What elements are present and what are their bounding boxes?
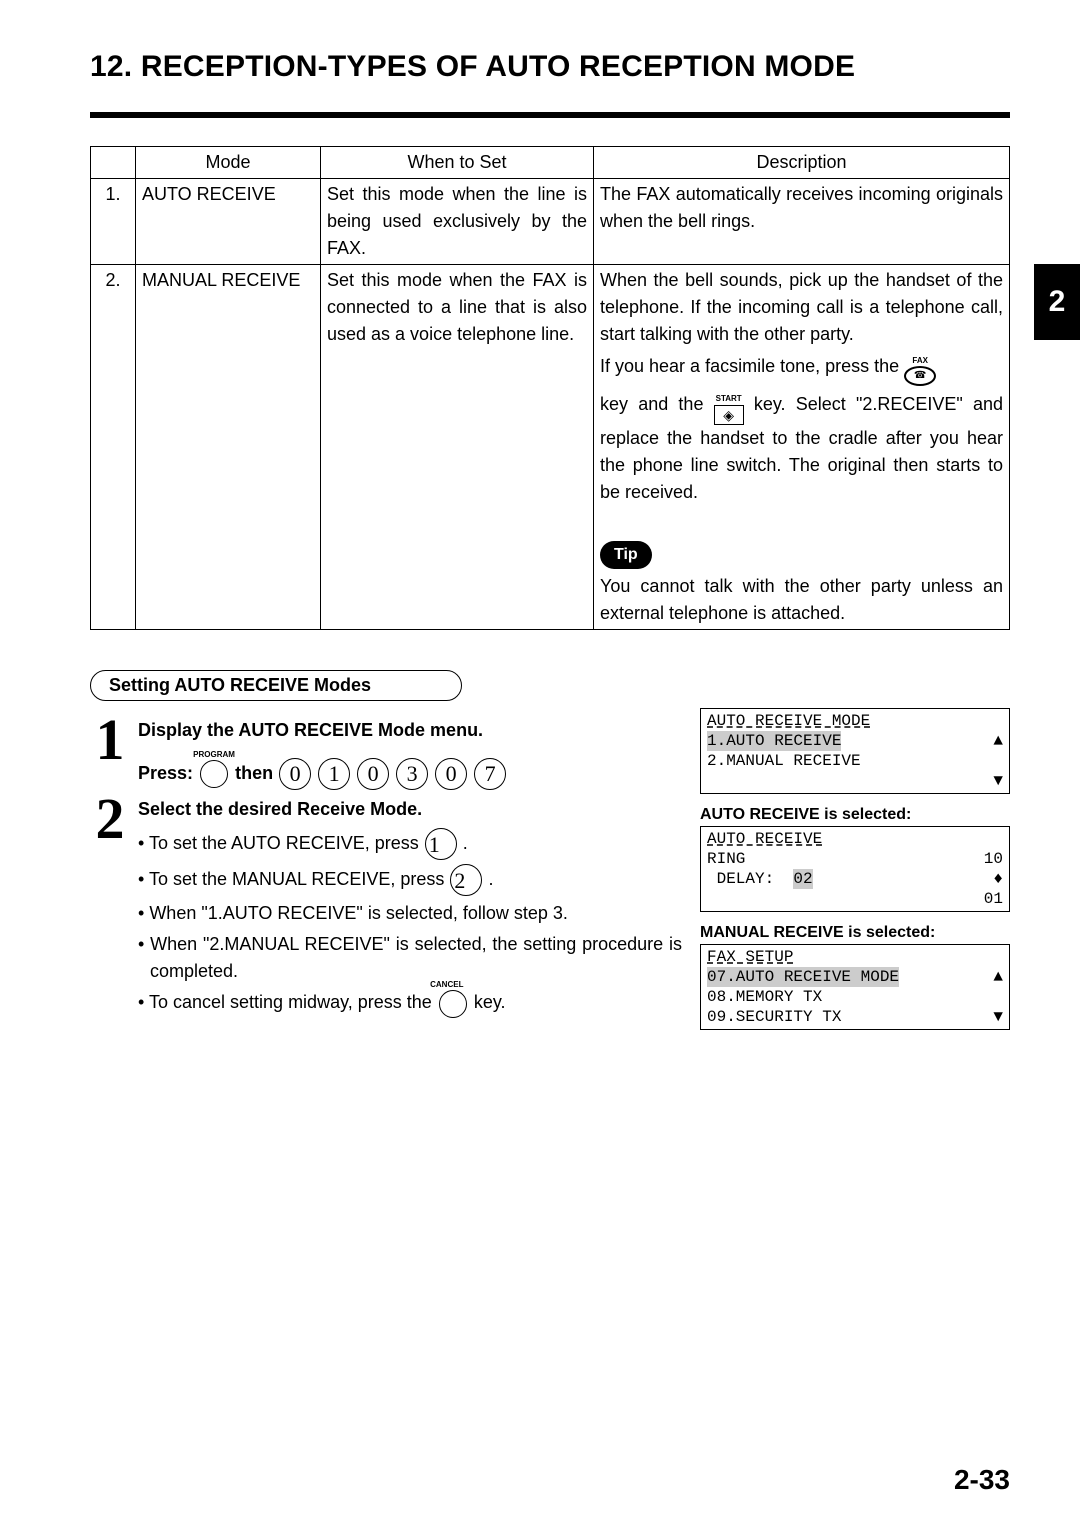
row2-when: Set this mode when the FAX is connected … — [321, 265, 594, 630]
press-label: Press: — [138, 763, 193, 783]
b2c: . — [488, 869, 493, 889]
lcd3-l3: 08.MEMORY TX — [707, 987, 822, 1007]
up-arrow-icon: ▲ — [993, 967, 1003, 987]
down-arrow-icon: ▼ — [993, 771, 1003, 791]
program-label: PROGRAM — [193, 749, 235, 761]
th-desc: Description — [594, 147, 1010, 179]
page-title: 12. RECEPTION-TYPES OF AUTO RECEPTION MO… — [90, 50, 1010, 84]
lcd1-l2: 1.AUTO RECEIVE — [707, 731, 841, 751]
lcd2-l1: AUTO RECEIVE — [707, 829, 822, 849]
digit-key-4: 0 — [435, 758, 467, 790]
lcd1-l1: AUTO RECEIVE MODE — [707, 711, 870, 731]
step-2: 2 Select the desired Receive Mode. To se… — [90, 796, 682, 1021]
lcd2-l2a: RING — [707, 849, 745, 869]
desc-l2b: key and the — [600, 394, 714, 414]
row1-mode: AUTO RECEIVE — [136, 179, 321, 265]
th-num — [91, 147, 136, 179]
step-1-head: Display the AUTO RECEIVE Mode menu. — [138, 717, 682, 745]
b5a: To cancel setting midway, press the — [149, 992, 437, 1012]
digit-key-3: 3 — [396, 758, 428, 790]
setting-heading: Setting AUTO RECEIVE Modes — [90, 670, 462, 701]
key-2: 2 — [450, 864, 482, 896]
bullet-1: To set the AUTO RECEIVE, press 1 . — [138, 828, 682, 860]
lcd-auto-receive-mode: AUTO RECEIVE MODE 1.AUTO RECEIVE ▲ 2.MANU… — [700, 708, 1010, 794]
step-1-number: 1 — [90, 717, 130, 763]
digit-key-0: 0 — [279, 758, 311, 790]
down-arrow-icon: ▼ — [993, 1007, 1003, 1027]
lcd2-l3b: 02 — [793, 869, 812, 889]
digit-key-2: 0 — [357, 758, 389, 790]
b5c: key. — [474, 992, 506, 1012]
modes-table: Mode When to Set Description 1. AUTO REC… — [90, 146, 1010, 630]
bullet-2: To set the MANUAL RECEIVE, press 2 . — [138, 864, 682, 896]
row2-desc: When the bell sounds, pick up the handse… — [594, 265, 1010, 630]
lcd2-l2b: 10 — [984, 849, 1003, 869]
step-2-head: Select the desired Receive Mode. — [138, 796, 682, 824]
page-number: 2-33 — [954, 1464, 1010, 1496]
fax-label: FAX — [912, 356, 928, 365]
b1a: To set the AUTO RECEIVE, press — [149, 833, 424, 853]
lcd2-l4: 01 — [984, 889, 1003, 909]
row1-num: 1. — [91, 179, 136, 265]
b2a: To set the MANUAL RECEIVE, press — [149, 869, 449, 889]
updown-arrow-icon: ♦ — [993, 869, 1003, 889]
diamond-icon: ◈ — [714, 405, 744, 425]
step-1: 1 Display the AUTO RECEIVE Mode menu. Pr… — [90, 717, 682, 791]
lcd3-l1: FAX SETUP — [707, 947, 793, 967]
step-2-number: 2 — [90, 796, 130, 842]
divider — [90, 112, 1010, 118]
desc-l2a: If you hear a facsimile tone, press the — [600, 356, 904, 376]
table-row: 1. AUTO RECEIVE Set this mode when the l… — [91, 179, 1010, 265]
th-mode: Mode — [136, 147, 321, 179]
row1-desc: The FAX automatically receives incoming … — [594, 179, 1010, 265]
digit-key-5: 7 — [474, 758, 506, 790]
tip-badge: Tip — [600, 541, 652, 569]
row1-when: Set this mode when the line is being use… — [321, 179, 594, 265]
lcd1-l3: 2.MANUAL RECEIVE — [707, 751, 861, 771]
lcd3-l2: 07.AUTO RECEIVE MODE — [707, 967, 899, 987]
right-head-2: MANUAL RECEIVE is selected: — [700, 924, 1010, 942]
tip-text: You cannot talk with the other party unl… — [600, 576, 1003, 623]
start-key: START ◈ — [714, 386, 744, 424]
bullet-5: To cancel setting midway, press the CANC… — [138, 989, 682, 1017]
row2-mode: MANUAL RECEIVE — [136, 265, 321, 630]
lcd-fax-setup: FAX SETUP 07.AUTO RECEIVE MODE ▲ 08.MEMOR… — [700, 944, 1010, 1030]
right-head-1: AUTO RECEIVE is selected: — [700, 806, 1010, 824]
lcd-auto-receive: AUTO RECEIVE RING 10 DELAY: 02 ♦ 01 — [700, 826, 1010, 912]
desc-l1: When the bell sounds, pick up the handse… — [600, 270, 1003, 344]
digit-key-1: 1 — [318, 758, 350, 790]
cancel-key: CANCEL — [439, 990, 467, 1018]
up-arrow-icon: ▲ — [993, 731, 1003, 751]
lcd2-l3a: DELAY: — [707, 870, 774, 888]
program-key: PROGRAM — [200, 760, 228, 788]
fax-icon: ☎ — [904, 366, 936, 386]
fax-key: FAX ☎ — [904, 348, 936, 386]
bullet-3: When "1.AUTO RECEIVE" is selected, follo… — [138, 900, 682, 927]
cancel-label: CANCEL — [442, 979, 463, 991]
key-1: 1 — [425, 828, 457, 860]
b1c: . — [463, 833, 468, 853]
th-when: When to Set — [321, 147, 594, 179]
chapter-tab: 2 — [1034, 264, 1080, 340]
row2-num: 2. — [91, 265, 136, 630]
lcd3-l4: 09.SECURITY TX — [707, 1007, 841, 1027]
then-label: then — [235, 763, 273, 783]
table-row: 2. MANUAL RECEIVE Set this mode when the… — [91, 265, 1010, 630]
bullet-4: When "2.MANUAL RECEIVE" is selected, the… — [138, 931, 682, 985]
start-label: START — [716, 394, 742, 403]
